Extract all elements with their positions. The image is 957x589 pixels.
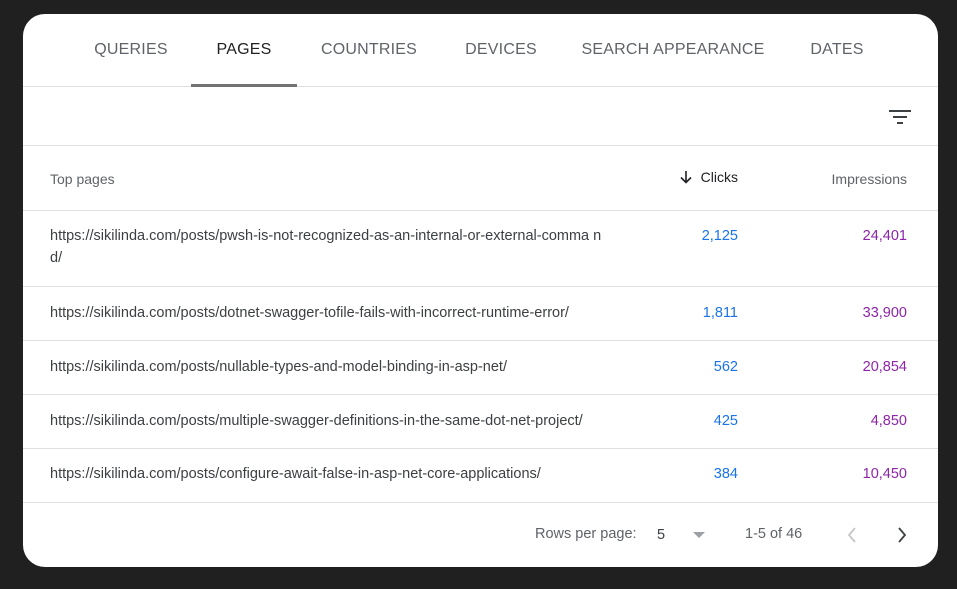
tab-search-appearance[interactable]: SEARCH APPEARANCE (577, 14, 769, 86)
pagination-bar: Rows per page: 5 1-5 of 46 (23, 503, 938, 567)
impressions-value: 20,854 (862, 359, 907, 375)
rows-per-page-value: 5 (657, 527, 666, 543)
tab-devices[interactable]: DEVICES (453, 14, 549, 86)
clicks-value: 562 (713, 359, 738, 375)
tab-dates[interactable]: DATES (799, 14, 875, 86)
column-header-impressions[interactable]: Impressions (832, 171, 907, 187)
clicks-value: 1,811 (702, 305, 738, 321)
page-url[interactable]: https://sikilinda.com/posts/configure-aw… (50, 463, 650, 485)
rows-per-page-label: Rows per page: (535, 526, 637, 542)
chevron-right-icon (898, 527, 907, 543)
next-page-button[interactable] (887, 520, 917, 550)
column-header-top-pages: Top pages (50, 171, 115, 187)
table-row: https://sikilinda.com/posts/nullable-typ… (23, 341, 938, 395)
table-row: https://sikilinda.com/posts/dotnet-swagg… (23, 287, 938, 341)
performance-card: QUERIES PAGES COUNTRIES DEVICES SEARCH A… (23, 14, 938, 567)
rows-per-page-select[interactable]: 5 (657, 519, 715, 551)
table-row: https://sikilinda.com/posts/pwsh-is-not-… (23, 211, 938, 287)
column-header-clicks[interactable]: Clicks (679, 169, 738, 185)
tab-countries[interactable]: COUNTRIES (309, 14, 429, 86)
previous-page-button[interactable] (837, 520, 867, 550)
page-url[interactable]: https://sikilinda.com/posts/multiple-swa… (50, 410, 650, 432)
table-toolbar (23, 87, 938, 146)
clicks-value: 425 (713, 413, 738, 429)
tab-label: DATES (810, 41, 864, 58)
table-row: https://sikilinda.com/posts/configure-aw… (23, 449, 938, 503)
tab-bar: QUERIES PAGES COUNTRIES DEVICES SEARCH A… (23, 14, 938, 87)
tab-label: COUNTRIES (320, 41, 418, 58)
impressions-value: 4,850 (870, 413, 907, 429)
impressions-value: 33,900 (862, 305, 907, 321)
page-url[interactable]: https://sikilinda.com/posts/dotnet-swagg… (50, 302, 650, 324)
impressions-value: 10,450 (862, 466, 907, 482)
page-range: 1-5 of 46 (745, 526, 803, 542)
table-row: https://sikilinda.com/posts/multiple-swa… (23, 395, 938, 449)
table-header: Top pages Clicks Impressions (23, 146, 938, 211)
tab-label: SEARCH APPEARANCE (581, 41, 765, 58)
column-header-clicks-label: Clicks (700, 169, 738, 185)
impressions-value: 24,401 (862, 228, 907, 244)
tab-label: DEVICES (465, 41, 537, 58)
arrow-down-icon (680, 171, 692, 184)
page-url[interactable]: https://sikilinda.com/posts/pwsh-is-not-… (50, 225, 610, 269)
filter-icon (889, 110, 911, 124)
dropdown-arrow-icon (693, 532, 705, 538)
filter-button[interactable] (885, 102, 915, 132)
clicks-value: 2,125 (701, 228, 738, 244)
page-url[interactable]: https://sikilinda.com/posts/nullable-typ… (50, 356, 650, 378)
tab-label: PAGES (216, 41, 272, 58)
chevron-left-icon (847, 527, 856, 543)
clicks-value: 384 (713, 466, 738, 482)
tab-label: QUERIES (94, 41, 168, 58)
tab-pages[interactable]: PAGES (191, 14, 297, 87)
tab-queries[interactable]: QUERIES (75, 14, 187, 86)
